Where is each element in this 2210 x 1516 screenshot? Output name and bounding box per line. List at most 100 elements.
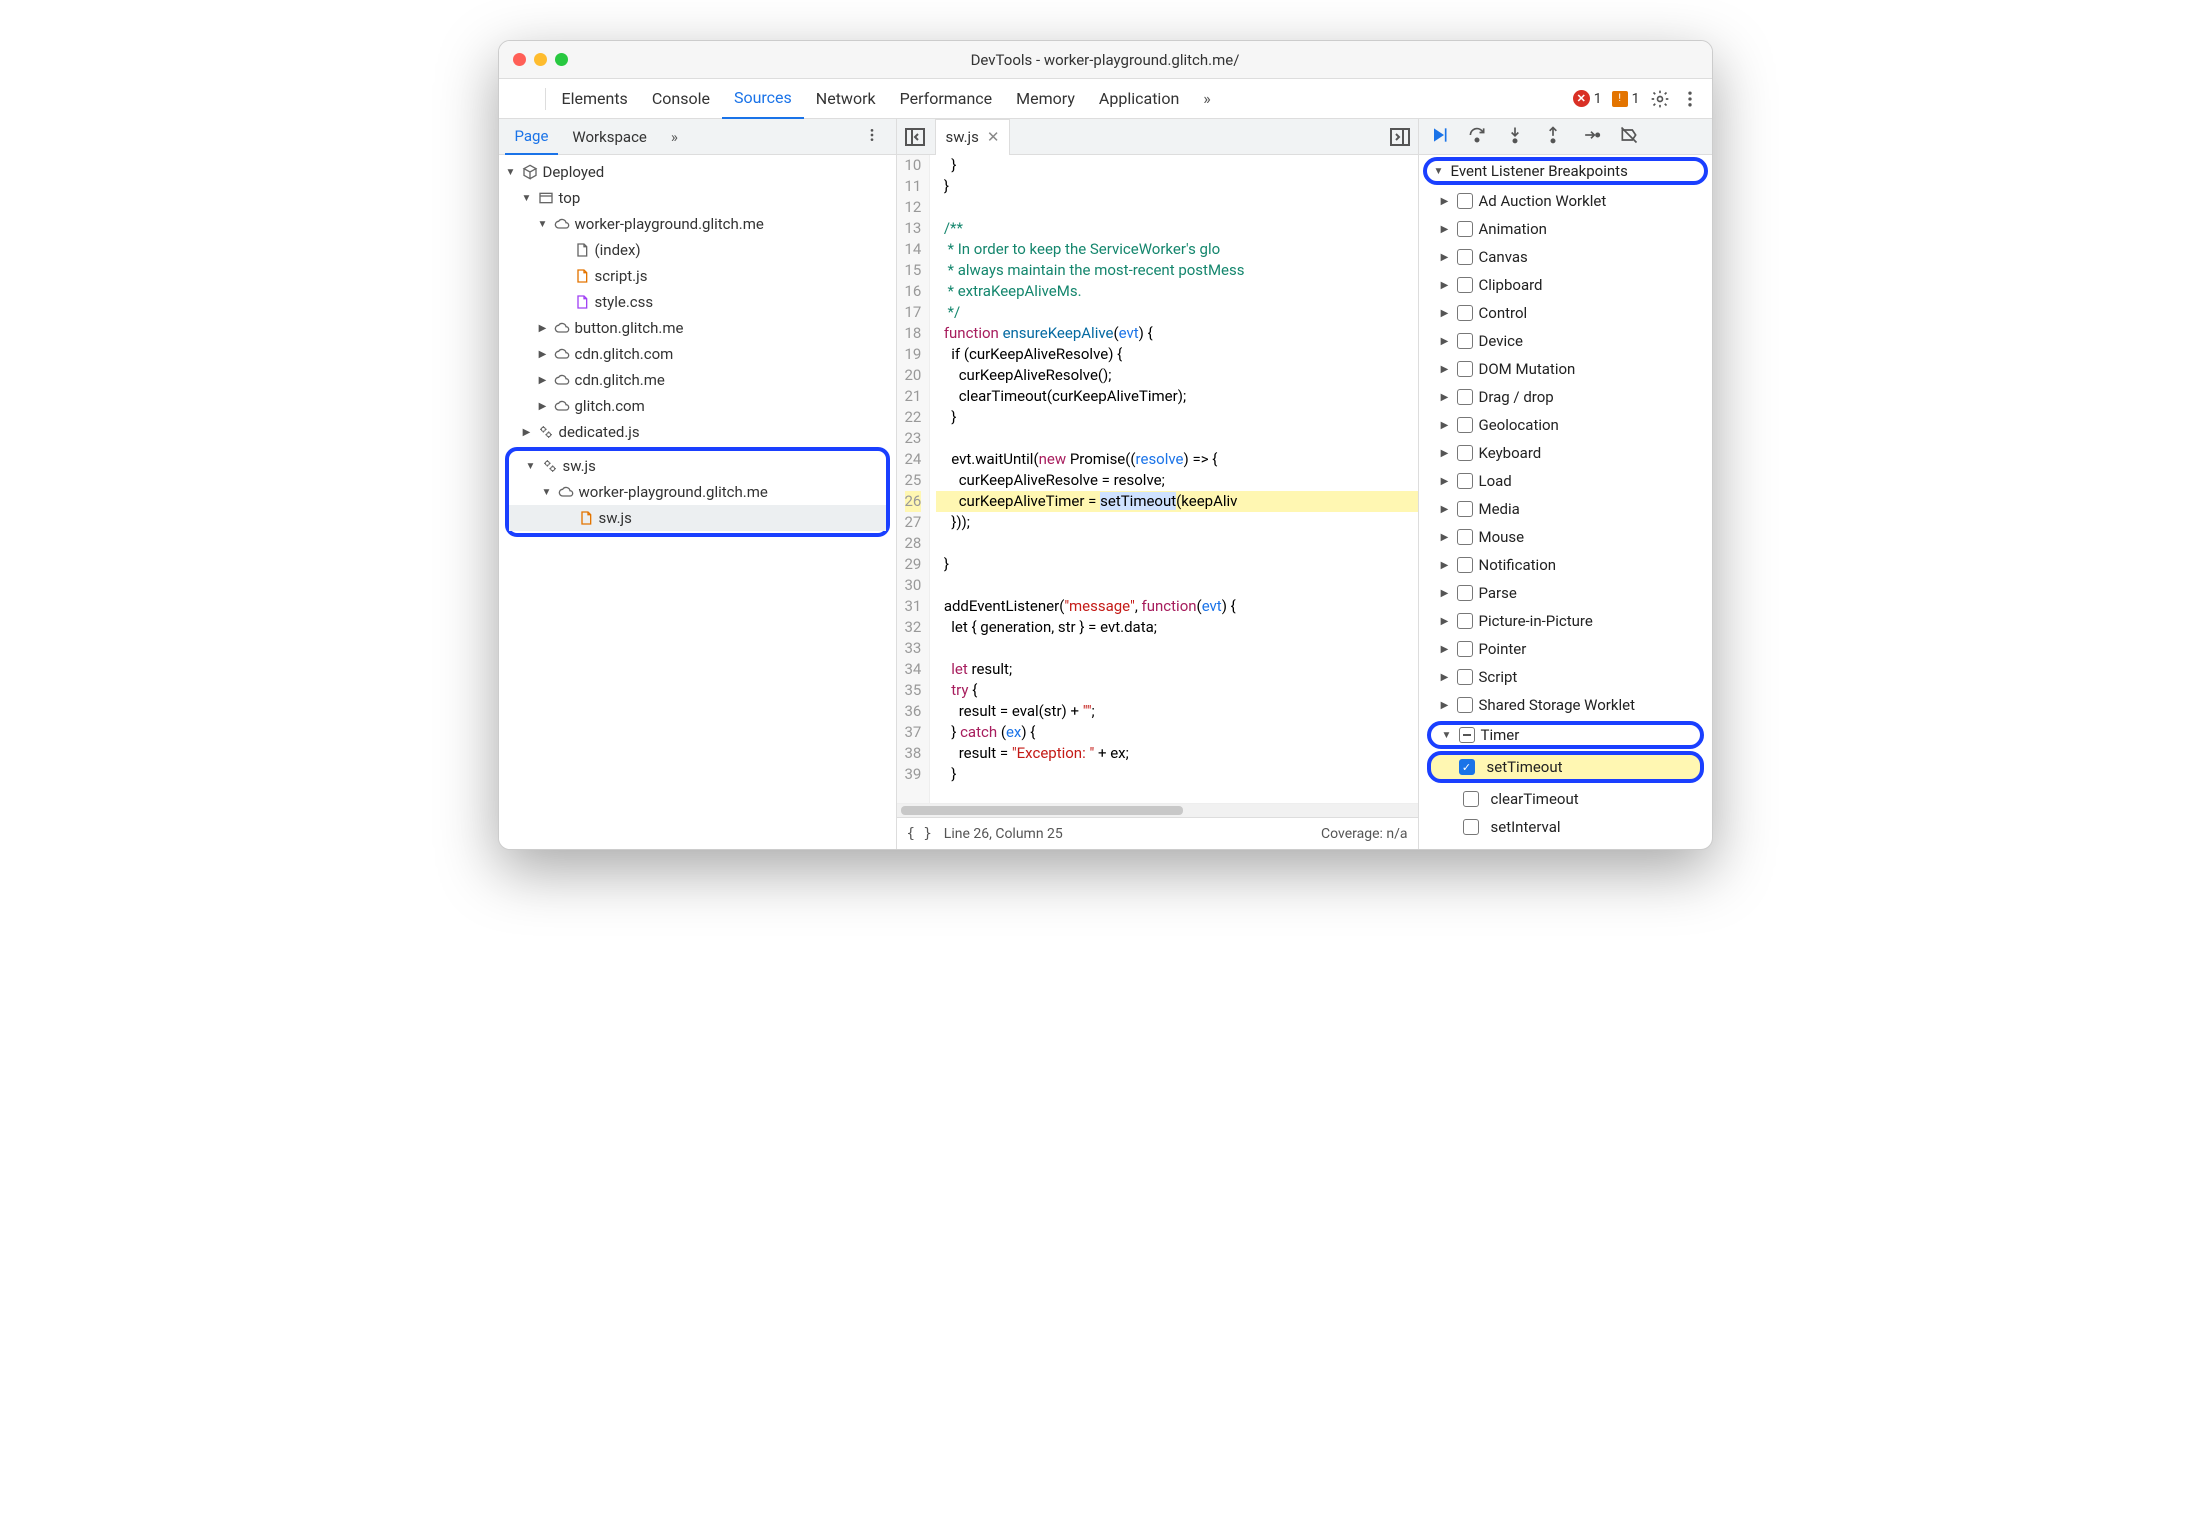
category-item[interactable]: ▶Device (1419, 327, 1712, 355)
checkbox-icon[interactable] (1457, 389, 1473, 405)
checkbox-on-icon[interactable]: ✓ (1459, 759, 1475, 775)
main-area: Page Workspace » ▼Deployed ▼top ▼worker-… (499, 119, 1712, 849)
deactivate-breakpoints-icon[interactable] (1619, 125, 1639, 149)
tab-memory[interactable]: Memory (1004, 79, 1087, 119)
code-lines: } } /** * In order to keep the ServiceWo… (930, 155, 1417, 803)
tree-domain-cdn2[interactable]: ▶cdn.glitch.me (499, 367, 896, 393)
category-item[interactable]: ▶DOM Mutation (1419, 355, 1712, 383)
highlight-sw-group: ▼sw.js ▼worker-playground.glitch.me sw.j… (505, 447, 890, 537)
checkbox-icon[interactable] (1463, 791, 1479, 807)
pretty-print-icon[interactable]: { } (907, 826, 932, 842)
window-controls (513, 53, 568, 66)
step-out-icon[interactable] (1543, 125, 1563, 149)
checkbox-icon[interactable] (1457, 305, 1473, 321)
category-item[interactable]: ▶Shared Storage Worklet (1419, 691, 1712, 719)
category-item[interactable]: ▶Keyboard (1419, 439, 1712, 467)
nav-more-icon[interactable] (854, 127, 890, 147)
tree-file-index[interactable]: (index) (499, 237, 896, 263)
checkbox-icon[interactable] (1463, 819, 1479, 835)
tab-performance[interactable]: Performance (888, 79, 1005, 119)
tree-sw-group[interactable]: ▼sw.js (509, 453, 886, 479)
category-item[interactable]: ▶Picture-in-Picture (1419, 607, 1712, 635)
checkbox-icon[interactable] (1457, 333, 1473, 349)
settings-icon[interactable] (1650, 89, 1670, 109)
checkbox-icon[interactable] (1457, 193, 1473, 209)
checkbox-icon[interactable] (1457, 501, 1473, 517)
category-item[interactable]: ▶Control (1419, 299, 1712, 327)
section-event-listener-breakpoints[interactable]: ▼Event Listener Breakpoints (1423, 157, 1708, 185)
timer-setinterval[interactable]: setInterval (1419, 813, 1712, 841)
tab-console[interactable]: Console (640, 79, 722, 119)
step-into-icon[interactable] (1505, 125, 1525, 149)
category-item[interactable]: ▶Script (1419, 663, 1712, 691)
category-item[interactable]: ▶Ad Auction Worklet (1419, 187, 1712, 215)
tree-dedicated[interactable]: ▶dedicated.js (499, 419, 896, 445)
category-item[interactable]: ▶Geolocation (1419, 411, 1712, 439)
nav-tabs-overflow[interactable]: » (661, 119, 688, 155)
checkbox-icon[interactable] (1457, 249, 1473, 265)
step-over-icon[interactable] (1467, 125, 1487, 149)
checkbox-icon[interactable] (1457, 557, 1473, 573)
category-item[interactable]: ▶Canvas (1419, 243, 1712, 271)
tree-file-script[interactable]: script.js (499, 263, 896, 289)
checkbox-icon[interactable] (1457, 585, 1473, 601)
tree-domain-button[interactable]: ▶button.glitch.me (499, 315, 896, 341)
tree-domain-glitch[interactable]: ▶glitch.com (499, 393, 896, 419)
resume-icon[interactable] (1429, 125, 1449, 149)
checkbox-icon[interactable] (1457, 473, 1473, 489)
tree-top[interactable]: ▼top (499, 185, 896, 211)
timer-settimeout[interactable]: ✓setTimeout (1427, 751, 1704, 783)
checkbox-icon[interactable] (1457, 641, 1473, 657)
horizontal-scrollbar[interactable] (897, 803, 1418, 817)
nav-tab-page[interactable]: Page (505, 119, 559, 155)
category-timer[interactable]: ▼Timer (1427, 721, 1704, 749)
warning-badge[interactable]: !1 (1612, 91, 1640, 107)
cloud-icon (553, 319, 571, 337)
category-item[interactable]: ▶Drag / drop (1419, 383, 1712, 411)
category-item[interactable]: ▶Parse (1419, 579, 1712, 607)
error-badge[interactable]: ✕1 (1573, 90, 1602, 107)
minimize-window-icon[interactable] (534, 53, 547, 66)
tree-sw-domain[interactable]: ▼worker-playground.glitch.me (509, 479, 886, 505)
tree-file-style[interactable]: style.css (499, 289, 896, 315)
tree-deployed[interactable]: ▼Deployed (499, 159, 896, 185)
close-window-icon[interactable] (513, 53, 526, 66)
checkbox-icon[interactable] (1457, 417, 1473, 433)
checkbox-icon[interactable] (1457, 529, 1473, 545)
category-item[interactable]: ▶Animation (1419, 215, 1712, 243)
category-item[interactable]: ▶Notification (1419, 551, 1712, 579)
tree-domain[interactable]: ▼worker-playground.glitch.me (499, 211, 896, 237)
checkbox-mixed-icon[interactable] (1459, 727, 1475, 743)
checkbox-icon[interactable] (1457, 221, 1473, 237)
checkbox-icon[interactable] (1457, 445, 1473, 461)
checkbox-icon[interactable] (1457, 277, 1473, 293)
breakpoints-panel: ▼Event Listener Breakpoints ▶Ad Auction … (1419, 155, 1712, 849)
category-item[interactable]: ▶Mouse (1419, 523, 1712, 551)
category-item[interactable]: ▶Clipboard (1419, 271, 1712, 299)
maximize-window-icon[interactable] (555, 53, 568, 66)
category-item[interactable]: ▶Media (1419, 495, 1712, 523)
checkbox-icon[interactable] (1457, 613, 1473, 629)
tree-domain-cdn1[interactable]: ▶cdn.glitch.com (499, 341, 896, 367)
step-icon[interactable] (1581, 125, 1601, 149)
checkbox-icon[interactable] (1457, 361, 1473, 377)
checkbox-icon[interactable] (1457, 697, 1473, 713)
tab-application[interactable]: Application (1087, 79, 1191, 119)
editor-panel: sw.js✕ 101112131415161718192021222324252… (897, 119, 1419, 849)
tab-elements[interactable]: Elements (550, 79, 640, 119)
code-editor[interactable]: 1011121314151617181920212223242526272829… (897, 155, 1418, 803)
category-item[interactable]: ▶Load (1419, 467, 1712, 495)
tab-sources[interactable]: Sources (722, 79, 804, 119)
tabs-overflow[interactable]: » (1191, 79, 1223, 119)
tree-sw-file[interactable]: sw.js (509, 505, 886, 531)
nav-tab-workspace[interactable]: Workspace (562, 119, 656, 155)
toggle-navigator-icon[interactable] (903, 125, 927, 149)
toggle-debugger-icon[interactable] (1388, 125, 1412, 149)
checkbox-icon[interactable] (1457, 669, 1473, 685)
file-tab-swjs[interactable]: sw.js✕ (935, 119, 1011, 155)
timer-cleartimeout[interactable]: clearTimeout (1419, 785, 1712, 813)
close-tab-icon[interactable]: ✕ (987, 128, 1000, 146)
more-menu-icon[interactable] (1680, 89, 1700, 109)
category-item[interactable]: ▶Pointer (1419, 635, 1712, 663)
tab-network[interactable]: Network (804, 79, 888, 119)
